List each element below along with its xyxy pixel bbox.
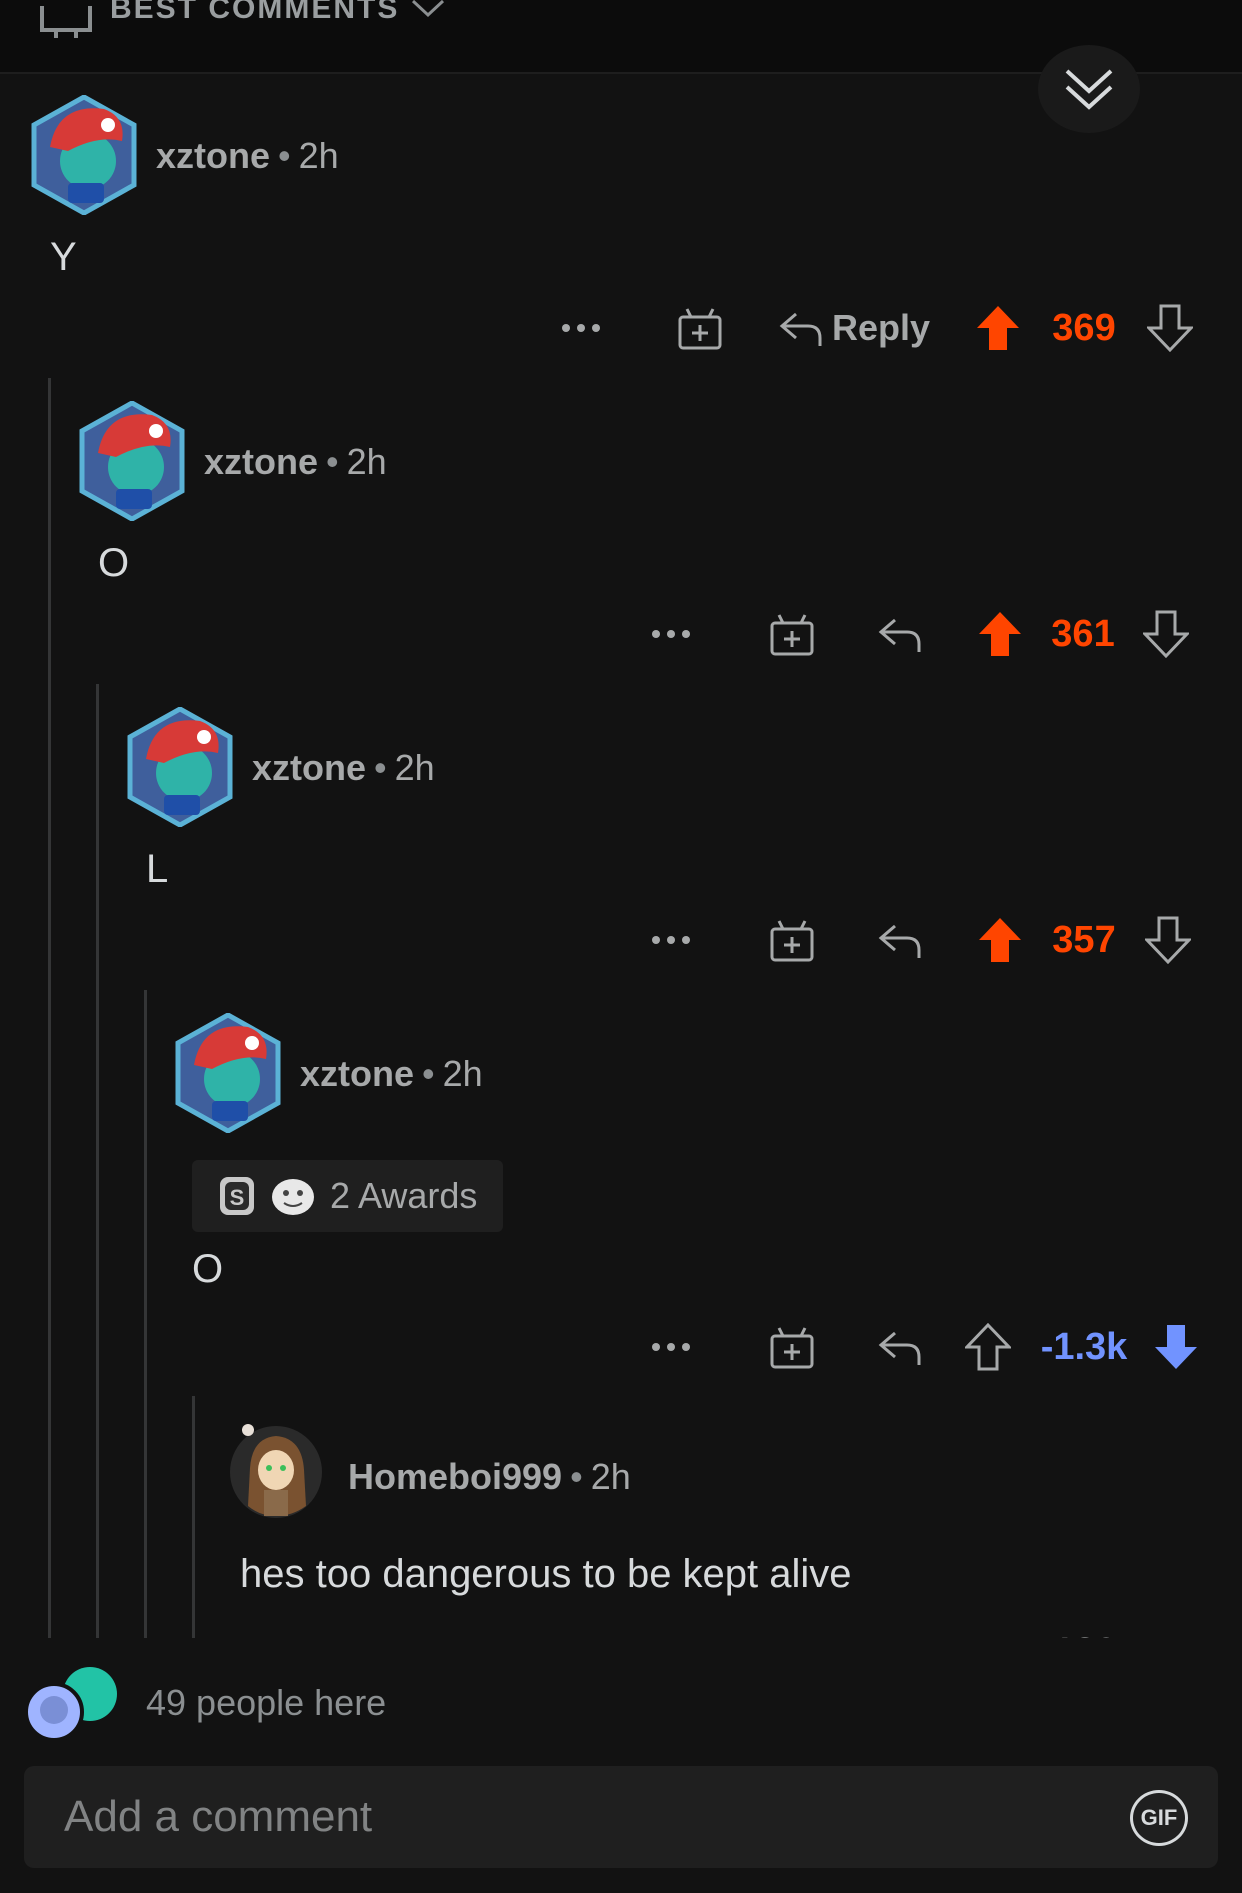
downvote-button[interactable] xyxy=(1146,300,1194,356)
comment-author[interactable]: Homeboi999 xyxy=(348,1456,562,1497)
comment-time: 2h xyxy=(590,1456,631,1497)
upvote-button[interactable] xyxy=(976,912,1024,968)
gif-icon: GIF xyxy=(1140,1805,1178,1830)
comment-meta: xztone • 2h xyxy=(300,1053,483,1095)
awards-label: 2 Awards xyxy=(330,1175,478,1216)
upvote-button[interactable] xyxy=(976,606,1024,662)
award-button[interactable] xyxy=(764,912,820,968)
svg-text:S: S xyxy=(230,1185,245,1210)
vote-score: 361 xyxy=(1051,612,1115,655)
vote-score: 369 xyxy=(1052,306,1116,349)
comment-actions: Reply 369 xyxy=(0,300,1242,356)
comment-author[interactable]: xztone xyxy=(156,135,270,176)
comment: xztone • 2h L 357 xyxy=(0,707,1242,1013)
reply-button[interactable]: Reply xyxy=(772,300,936,356)
comment-meta: Homeboi999 • 2h xyxy=(348,1456,631,1498)
downvote-icon xyxy=(1147,304,1193,352)
more-options-button[interactable] xyxy=(556,300,606,356)
gift-icon xyxy=(770,614,814,656)
gift-icon xyxy=(678,308,722,350)
meta-separator: • xyxy=(374,747,387,788)
upvote-icon xyxy=(965,1323,1011,1371)
meta-separator: • xyxy=(278,135,291,176)
award-button[interactable] xyxy=(764,1319,820,1375)
more-options-icon xyxy=(562,324,600,332)
vote-score: -1.3k xyxy=(1040,1325,1128,1368)
more-options-button[interactable] xyxy=(646,912,696,968)
presence-indicator: 49 people here xyxy=(24,1662,624,1742)
comment-time: 2h xyxy=(346,441,387,482)
presence-text: 49 people here xyxy=(146,1682,387,1723)
silver-award-icon: S xyxy=(220,1177,254,1215)
more-options-button[interactable] xyxy=(646,606,696,662)
downvote-icon xyxy=(1145,916,1191,964)
downvote-icon xyxy=(1155,1325,1197,1369)
sort-label: BEST COMMENTS xyxy=(110,0,400,25)
upvote-button[interactable] xyxy=(964,1319,1012,1375)
comment: xztone • 2h Y Reply 369 xyxy=(0,95,1242,401)
gift-icon xyxy=(770,920,814,962)
comment-body: L xyxy=(146,847,169,891)
avatar[interactable] xyxy=(76,401,188,521)
helpful-award-icon xyxy=(272,1179,314,1215)
meta-separator: • xyxy=(570,1456,583,1497)
comment: xztone • 2h S 2 Awards O -1.3k xyxy=(0,1013,1242,1423)
meta-separator: • xyxy=(422,1053,435,1094)
upvote-button[interactable] xyxy=(974,300,1022,356)
sort-icon xyxy=(40,6,92,38)
comment-body: O xyxy=(192,1247,224,1291)
award-button[interactable] xyxy=(672,300,728,356)
comment-author[interactable]: xztone xyxy=(204,441,318,482)
more-options-icon xyxy=(652,630,690,638)
downvote-button[interactable] xyxy=(1142,606,1190,662)
more-options-icon xyxy=(652,1343,690,1351)
reply-icon xyxy=(878,924,921,958)
awards-badge[interactable]: S 2 Awards xyxy=(192,1160,504,1232)
more-options-button[interactable] xyxy=(646,1319,696,1375)
reply-button[interactable] xyxy=(872,912,928,968)
comment-meta: xztone • 2h xyxy=(156,135,339,177)
avatar[interactable] xyxy=(28,95,140,215)
comment-meta: xztone • 2h xyxy=(204,441,387,483)
comment: Homeboi999 • 2h hes too dangerous to be ke… xyxy=(0,1420,1242,1673)
avatar[interactable] xyxy=(124,707,236,827)
comment-time: 2h xyxy=(442,1053,483,1094)
comment-author[interactable]: xztone xyxy=(300,1053,414,1094)
reply-icon xyxy=(779,312,822,346)
reply-icon xyxy=(878,1331,921,1365)
upvote-icon xyxy=(977,306,1019,350)
presence-avatars xyxy=(24,1667,117,1742)
comment-body: hes too dangerous to be kept alive xyxy=(240,1552,852,1596)
downvote-button[interactable] xyxy=(1144,912,1192,968)
comment-actions: 357 xyxy=(0,912,1242,968)
comment-composer[interactable]: GIF xyxy=(24,1766,1218,1868)
meta-separator: • xyxy=(326,441,339,482)
comment-input[interactable] xyxy=(64,1784,1064,1850)
comment-time: 2h xyxy=(394,747,435,788)
upvote-icon xyxy=(979,612,1021,656)
comment-actions: -1.3k xyxy=(0,1319,1242,1375)
comment-body: O xyxy=(98,541,130,585)
downvote-button[interactable] xyxy=(1152,1319,1200,1375)
vote-score: 357 xyxy=(1052,918,1116,961)
award-button[interactable] xyxy=(764,606,820,662)
comment-author[interactable]: xztone xyxy=(252,747,366,788)
avatar[interactable] xyxy=(226,1420,326,1520)
downvote-icon xyxy=(1143,610,1189,658)
comment-body: Y xyxy=(50,235,77,279)
comment-time: 2h xyxy=(298,135,339,176)
avatar[interactable] xyxy=(172,1013,284,1133)
reply-button[interactable] xyxy=(872,1319,928,1375)
comment: xztone • 2h O 361 xyxy=(0,401,1242,707)
comment-meta: xztone • 2h xyxy=(252,747,435,789)
more-options-icon xyxy=(652,936,690,944)
chevron-down-icon xyxy=(411,0,445,18)
gif-button[interactable]: GIF xyxy=(1130,1790,1188,1846)
reply-button[interactable] xyxy=(872,606,928,662)
gift-icon xyxy=(770,1327,814,1369)
upvote-icon xyxy=(979,918,1021,962)
reply-icon xyxy=(878,618,921,652)
reply-label: Reply xyxy=(831,307,931,348)
comment-actions: 361 xyxy=(0,606,1242,662)
